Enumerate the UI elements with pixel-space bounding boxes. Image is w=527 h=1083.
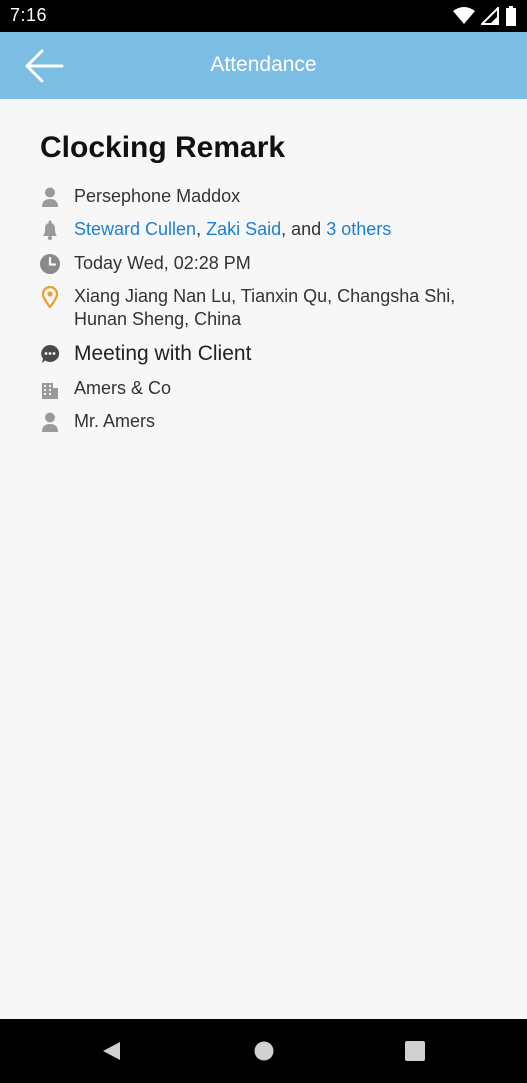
location-line-2: Hunan Sheng, China xyxy=(74,309,242,329)
employee-row: Persephone Maddox xyxy=(40,185,240,208)
person-icon xyxy=(40,411,60,433)
battery-icon xyxy=(506,6,516,26)
wifi-icon xyxy=(453,7,475,24)
notify-person-link[interactable]: Steward Cullen xyxy=(74,219,196,239)
notify-separator: , and xyxy=(281,219,322,239)
app-bar-title: Attendance xyxy=(210,53,317,76)
notify-list: Steward Cullen, Zaki Said, and 3 others xyxy=(74,218,391,241)
location-line-1: Xiang Jiang Nan Lu, Tianxin Qu, Changsha… xyxy=(74,286,456,306)
remark-note: Meeting with Client xyxy=(74,342,252,365)
nav-home-button[interactable] xyxy=(253,1040,275,1067)
status-bar: 7:16 xyxy=(0,0,527,32)
contact-row: Mr. Amers xyxy=(40,410,155,433)
location-row: Xiang Jiang Nan Lu, Tianxin Qu, Changsha… xyxy=(40,285,455,331)
note-row: Meeting with Client xyxy=(40,341,251,367)
notify-person-link[interactable]: Zaki Said xyxy=(206,219,281,239)
clock-icon xyxy=(40,253,60,275)
building-icon xyxy=(40,378,60,400)
back-triangle-icon xyxy=(103,1042,120,1060)
chat-bubble-icon xyxy=(40,343,60,365)
notify-row: Steward Cullen, Zaki Said, and 3 others xyxy=(40,218,391,241)
company-name: Amers & Co xyxy=(74,378,172,398)
employee-link[interactable]: Persephone Maddox xyxy=(74,185,240,208)
location-address[interactable]: Xiang Jiang Nan Lu, Tianxin Qu, Changsha… xyxy=(74,285,455,331)
app-bar: Attendance xyxy=(0,32,527,99)
recents-square-icon xyxy=(405,1041,425,1061)
nav-recents-button[interactable] xyxy=(404,1040,426,1067)
remark-detail: Clocking Remark Persephone Maddox Stewar… xyxy=(0,99,527,1019)
location-pin-icon xyxy=(40,286,60,308)
page-title: Clocking Remark xyxy=(40,131,286,164)
clock-datetime: Today Wed, 02:28 PM xyxy=(74,253,251,273)
contact-name: Mr. Amers xyxy=(74,411,156,431)
bell-icon xyxy=(40,219,60,241)
signal-icon xyxy=(481,7,499,25)
system-icons xyxy=(453,6,517,26)
person-icon xyxy=(40,186,60,208)
datetime-row: Today Wed, 02:28 PM xyxy=(40,252,251,275)
status-time: 7:16 xyxy=(10,5,48,25)
navigation-bar xyxy=(0,1019,527,1083)
home-circle-icon xyxy=(254,1041,274,1061)
company-row: Amers & Co xyxy=(40,377,171,400)
notify-separator: , xyxy=(196,219,202,239)
nav-back-button[interactable] xyxy=(100,1040,122,1067)
notify-others-link[interactable]: 3 others xyxy=(326,219,391,239)
